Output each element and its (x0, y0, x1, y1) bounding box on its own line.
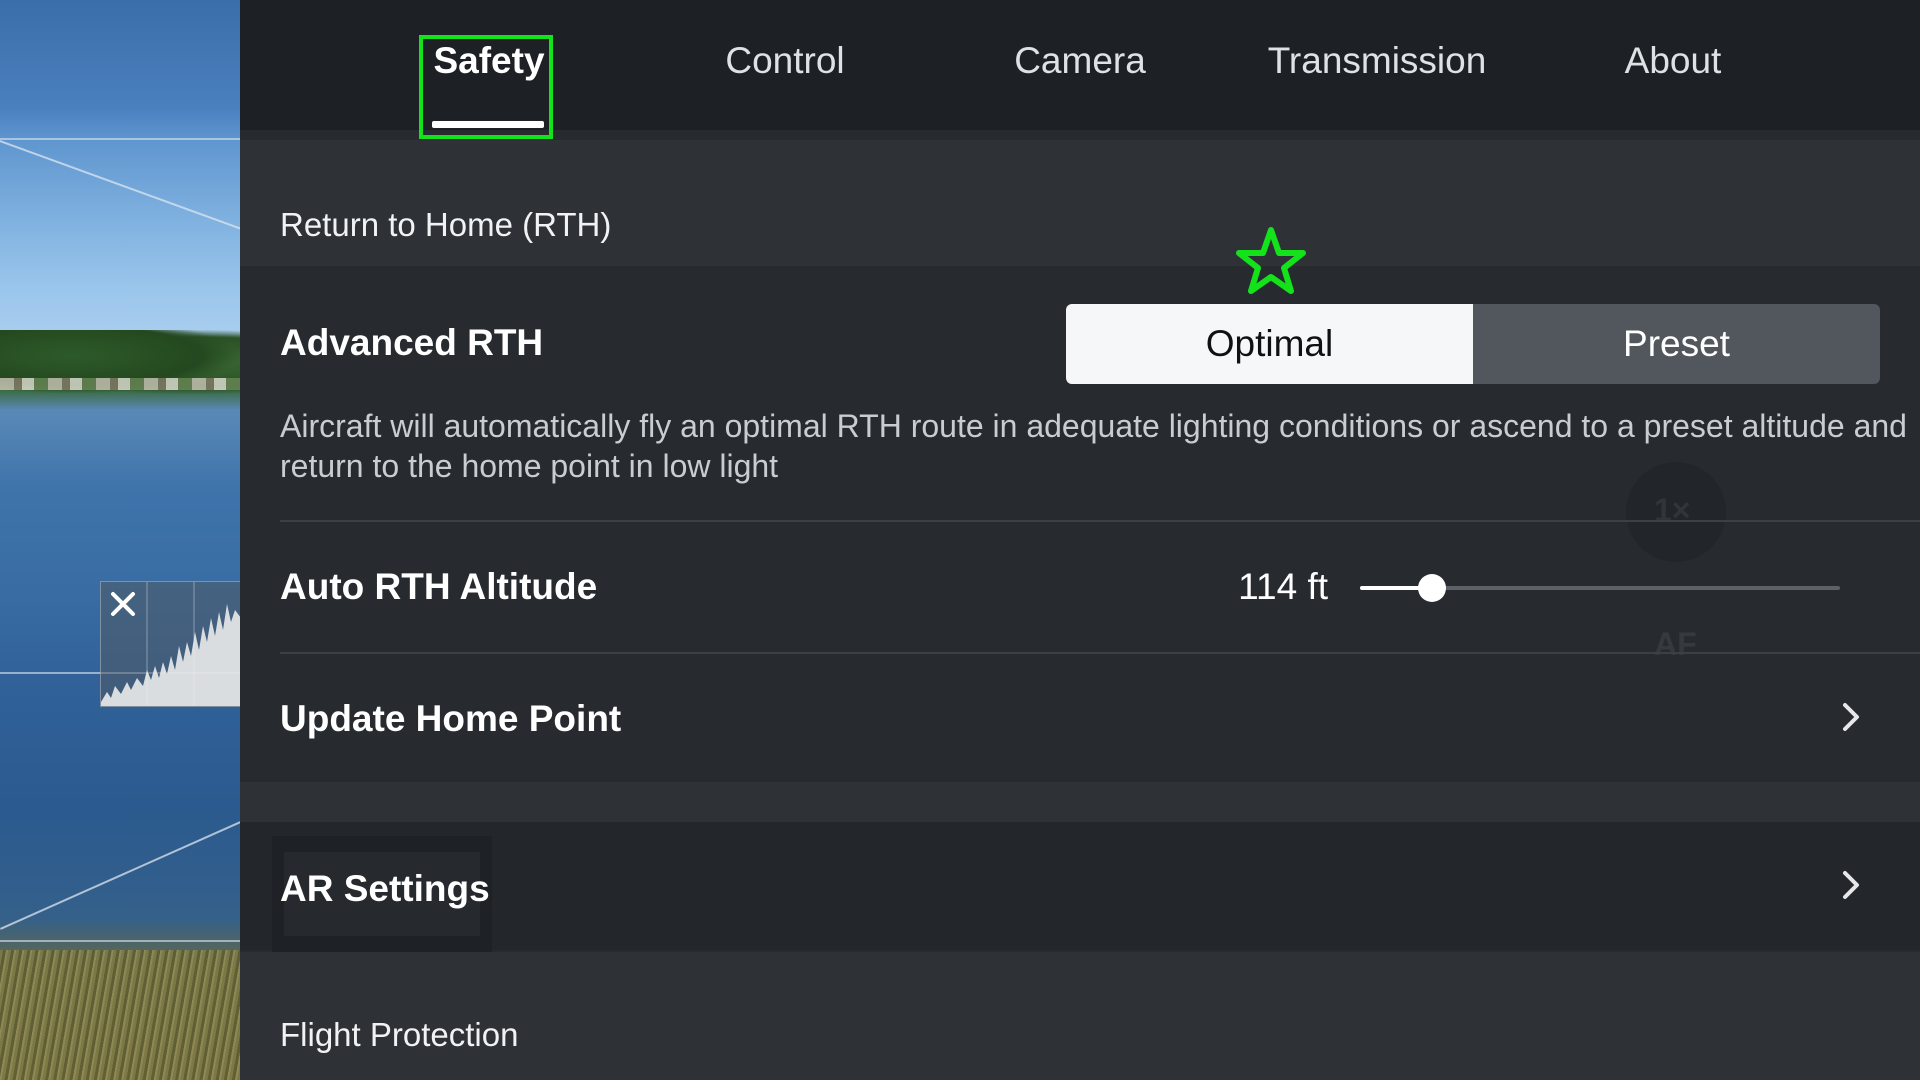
option-preset[interactable]: Preset (1473, 304, 1880, 384)
tab-transmission[interactable]: Transmission (1268, 40, 1487, 92)
update-home-point-label: Update Home Point (280, 698, 622, 739)
ghost-zoom-text: 1× (1654, 492, 1691, 528)
tab-camera[interactable]: Camera (1014, 40, 1146, 92)
camera-preview (0, 0, 240, 1080)
altitude-value: 114 ft (1238, 566, 1328, 607)
tab-control[interactable]: Control (725, 40, 844, 92)
preview-gridline (0, 940, 240, 942)
section-header-rth: Return to Home (RTH) (240, 140, 1920, 266)
preview-guide-line (0, 818, 240, 930)
histogram-widget[interactable] (100, 581, 240, 707)
advanced-rth-description: Aircraft will automatically fly an optim… (280, 408, 1907, 484)
ar-settings-row[interactable] (240, 822, 1920, 950)
section-header-flight-protection: Flight Protection (240, 952, 1920, 1080)
chevron-right-icon (1843, 871, 1859, 899)
preview-houses (0, 378, 240, 390)
tab-safety[interactable]: Safety (433, 40, 544, 92)
altitude-slider[interactable] (1360, 566, 1840, 610)
update-home-point-row[interactable]: Update Home Point (240, 654, 1920, 782)
app-root: 1× AF Safety Control Camera Transmission… (0, 0, 1920, 1080)
active-tab-underline (432, 121, 544, 128)
auto-rth-altitude-label: Auto RTH Altitude (280, 566, 598, 607)
preview-gridline (0, 138, 240, 140)
tab-bar: Safety Control Camera Transmission About (240, 0, 1920, 130)
ar-settings-label: AR Settings (280, 868, 490, 909)
star-marker-icon (1236, 227, 1306, 294)
close-icon[interactable] (101, 582, 145, 626)
advanced-rth-label: Advanced RTH (280, 322, 544, 363)
section-title-flight-protection: Flight Protection (280, 1016, 519, 1053)
section-gap (240, 782, 1920, 822)
row-divider (280, 520, 1920, 522)
option-optimal[interactable]: Optimal (1066, 304, 1473, 384)
tab-about[interactable]: About (1625, 40, 1722, 92)
preview-grass (0, 950, 240, 1080)
advanced-rth-segmented-control: Optimal Preset (1066, 304, 1880, 384)
chevron-right-icon (1843, 703, 1859, 731)
slider-thumb[interactable] (1418, 574, 1446, 602)
preview-guide-line (0, 140, 240, 235)
section-title-rth: Return to Home (RTH) (280, 206, 612, 243)
settings-panel: 1× AF Safety Control Camera Transmission… (240, 0, 1920, 1080)
